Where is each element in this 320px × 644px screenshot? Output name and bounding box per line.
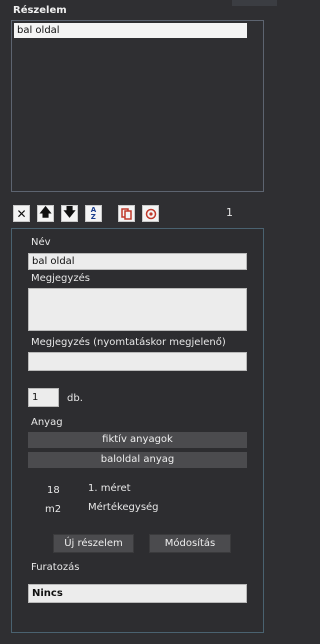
component-list[interactable]: bal oldal (11, 20, 264, 192)
unit-label: Mértékegység (88, 502, 159, 513)
drilling-field[interactable]: Nincs (28, 584, 247, 603)
sort-az-icon[interactable]: AZ (85, 205, 102, 222)
name-label: Név (31, 237, 51, 248)
name-field[interactable]: bal oldal (28, 253, 247, 270)
item-count: 1 (226, 206, 233, 219)
material-button-left[interactable]: baloldal anyag (28, 452, 247, 468)
size-value: 18 (47, 485, 60, 496)
arrow-up-icon[interactable]: 🡅 (37, 205, 54, 222)
print-note-field[interactable] (28, 352, 247, 371)
top-strip (232, 0, 277, 6)
print-note-label: Megjegyzés (nyomtatáskor megjelenő) (31, 337, 226, 348)
material-button-fictive[interactable]: fiktív anyagok (28, 432, 247, 448)
list-item-selected[interactable]: bal oldal (14, 23, 247, 38)
quantity-unit: db. (67, 393, 83, 404)
note-field[interactable] (28, 288, 247, 331)
unit-value: m2 (45, 504, 62, 515)
material-label: Anyag (31, 417, 63, 428)
copy-icon[interactable] (118, 205, 135, 222)
new-component-button[interactable]: Új részelem (53, 534, 134, 553)
close-icon[interactable]: ✕ (13, 205, 30, 222)
section-title: Részelem (13, 5, 67, 16)
modify-button[interactable]: Módosítás (149, 534, 231, 553)
target-icon[interactable] (142, 205, 159, 222)
size-label: 1. méret (88, 483, 131, 494)
note-label: Megjegyzés (31, 273, 90, 284)
quantity-field[interactable]: 1 (28, 388, 59, 407)
drilling-label: Furatozás (31, 562, 80, 573)
arrow-down-icon[interactable]: 🡇 (61, 205, 78, 222)
